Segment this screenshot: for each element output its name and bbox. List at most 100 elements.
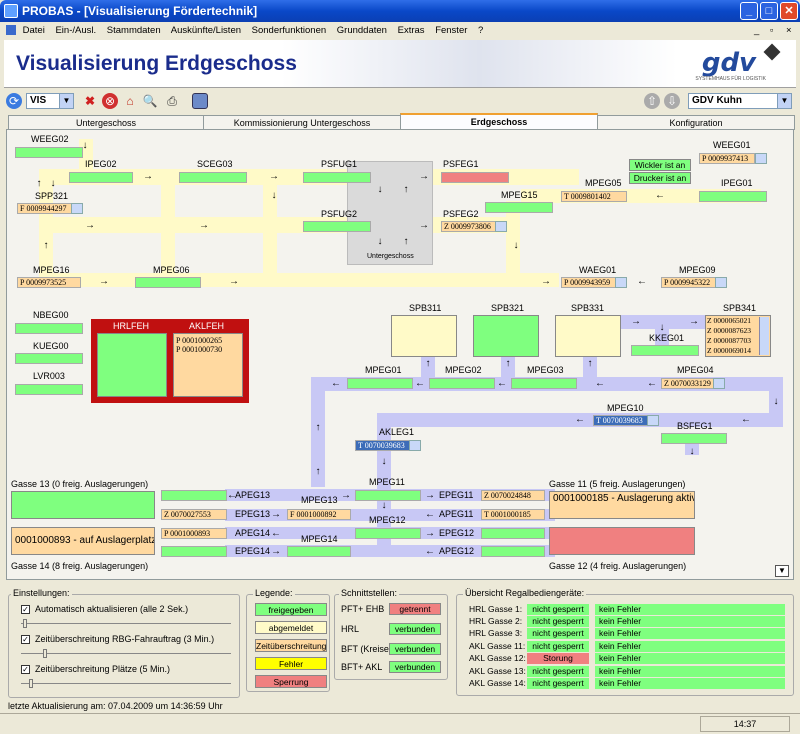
tab-untergeschoss[interactable]: Untergeschoss: [8, 115, 204, 130]
delete-icon[interactable]: ✖: [82, 93, 98, 109]
view-combo[interactable]: VIS ▼: [26, 93, 74, 109]
station-psfug2[interactable]: [303, 221, 371, 232]
order-mpeg13[interactable]: F 0001000892: [287, 509, 351, 520]
order-weeg01[interactable]: P 0009937413: [699, 153, 755, 164]
station-aklfeh[interactable]: P 0001000265 P 0001000730: [173, 333, 243, 397]
station-mpeg06[interactable]: [135, 277, 201, 288]
up-icon[interactable]: ⇧: [644, 93, 660, 109]
menu-sonderfunktionen[interactable]: Sonderfunktionen: [252, 25, 326, 36]
order-akleg1[interactable]: T 0070039683: [355, 440, 411, 451]
order-apeg13[interactable]: Z 0070027553: [161, 509, 227, 520]
rbg-timeout-checkbox[interactable]: ✓: [21, 635, 30, 644]
order-mpeg10[interactable]: T 0070039683: [593, 415, 649, 426]
station-sceg03[interactable]: [179, 172, 247, 183]
station-epeg12[interactable]: [481, 528, 545, 539]
stop-icon[interactable]: ⊗: [102, 93, 118, 109]
station-psfug1[interactable]: [303, 172, 371, 183]
station-mpeg02[interactable]: [429, 378, 495, 389]
spinner-icon[interactable]: [715, 277, 727, 288]
order-epeg11[interactable]: Z 0070024848: [481, 490, 545, 501]
home-icon[interactable]: ⌂: [122, 93, 138, 109]
arrow-down-icon: ↓: [689, 446, 695, 457]
menu-einausl[interactable]: Ein-/Ausl.: [55, 25, 96, 36]
gasse14-box[interactable]: 0001000893 - auf Auslagerplatz: [11, 527, 155, 555]
down-icon[interactable]: ⇩: [664, 93, 680, 109]
order-spp321[interactable]: F 0009944297: [17, 203, 73, 214]
scrollbar[interactable]: [759, 317, 769, 355]
station-label: MPEG05: [585, 178, 622, 188]
spinner-icon[interactable]: [755, 153, 767, 164]
close-button[interactable]: ✕: [780, 2, 798, 20]
station-label: NBEG00: [33, 310, 69, 320]
station-mpeg14[interactable]: [287, 546, 351, 557]
mdi-close-button[interactable]: ×: [786, 22, 792, 40]
order-waeg01[interactable]: P 0009943959: [561, 277, 617, 288]
minimize-button[interactable]: _: [740, 2, 758, 20]
station-mpeg01[interactable]: [347, 378, 413, 389]
menu-grunddaten[interactable]: Grunddaten: [337, 25, 387, 36]
spinner-icon[interactable]: [409, 440, 421, 451]
station-hrlfeh[interactable]: [97, 333, 167, 397]
station-spb331[interactable]: [555, 315, 621, 357]
station-mpeg11[interactable]: [355, 490, 421, 501]
tab-kommissionierung[interactable]: Kommissionierung Untergeschoss: [203, 115, 401, 130]
tab-konfiguration[interactable]: Konfiguration: [597, 115, 795, 130]
order-mpeg16[interactable]: P 0009973525: [17, 277, 81, 288]
search-icon[interactable]: 🔍: [142, 93, 158, 109]
user-combo[interactable]: GDV Kuhn ▼: [688, 93, 792, 109]
menu-fenster[interactable]: Fenster: [435, 25, 467, 36]
menu-stammdaten[interactable]: Stammdaten: [107, 25, 161, 36]
station-apeg12[interactable]: [481, 546, 545, 557]
station-mpeg03[interactable]: [511, 378, 577, 389]
order-mpeg04[interactable]: Z 0070033129: [661, 378, 715, 389]
order-apeg14[interactable]: P 0001000893: [161, 528, 227, 539]
station-ipeg01[interactable]: [699, 191, 767, 202]
scroll-down-icon[interactable]: ▼: [775, 565, 789, 577]
order-mpeg05[interactable]: T 0009801402: [561, 191, 627, 202]
station-apeg13-feed[interactable]: [161, 490, 227, 501]
station-psfeg1[interactable]: [441, 172, 509, 183]
station-weeg02[interactable]: [15, 147, 83, 158]
arrow-right-icon: →: [419, 171, 429, 182]
station-kkeg01[interactable]: [631, 345, 699, 356]
settings-title: Einstellungen:: [11, 588, 72, 598]
menu-extras[interactable]: Extras: [398, 25, 425, 36]
mdi-restore-button[interactable]: ▫: [770, 22, 773, 40]
station-apeg14-feed[interactable]: [161, 546, 227, 557]
mdi-minimize-button[interactable]: _: [754, 22, 759, 40]
gasse12-box[interactable]: [549, 527, 695, 555]
station-nbeg00[interactable]: [15, 323, 83, 334]
spinner-icon[interactable]: [495, 221, 507, 232]
auto-refresh-slider[interactable]: [23, 619, 27, 628]
station-lvr003[interactable]: [15, 384, 83, 395]
gasse13-box[interactable]: [11, 491, 155, 519]
auto-refresh-checkbox[interactable]: ✓: [21, 605, 30, 614]
order-mpeg09[interactable]: P 0009945322: [661, 277, 717, 288]
order-apeg11[interactable]: T 0001000185: [481, 509, 545, 520]
plaetze-timeout-slider[interactable]: [29, 679, 33, 688]
station-mpeg15[interactable]: [485, 202, 553, 213]
station-spb311[interactable]: [391, 315, 457, 357]
station-bsfeg1[interactable]: [661, 433, 727, 444]
plaetze-timeout-checkbox[interactable]: ✓: [21, 665, 30, 674]
station-mpeg12[interactable]: [355, 528, 421, 539]
print-icon[interactable]: ⎙: [164, 93, 180, 109]
spinner-icon[interactable]: [615, 277, 627, 288]
menu-datei[interactable]: Datei: [23, 25, 45, 36]
gasse11-box[interactable]: 0001000185 - Auslagerung aktiv: [549, 491, 695, 519]
station-spb321[interactable]: [473, 315, 539, 357]
menu-help[interactable]: ?: [478, 25, 483, 36]
window-icon[interactable]: [192, 93, 208, 109]
spinner-icon[interactable]: [713, 378, 725, 389]
rbg-timeout-slider[interactable]: [43, 649, 47, 658]
order-psfeg2[interactable]: Z 0009973806: [441, 221, 497, 232]
arrow-up-icon: ↑: [315, 466, 321, 477]
header-banner: Visualisierung Erdgeschoss gdv SYSTEMHAU…: [4, 40, 796, 88]
spinner-icon[interactable]: [71, 203, 83, 214]
maximize-button[interactable]: □: [760, 2, 778, 20]
menu-auskuenfte[interactable]: Auskünfte/Listen: [171, 25, 241, 36]
station-ipeg02[interactable]: [69, 172, 133, 183]
refresh-icon[interactable]: ⟳: [6, 93, 22, 109]
station-kueg00[interactable]: [15, 353, 83, 364]
spinner-icon[interactable]: [647, 415, 659, 426]
